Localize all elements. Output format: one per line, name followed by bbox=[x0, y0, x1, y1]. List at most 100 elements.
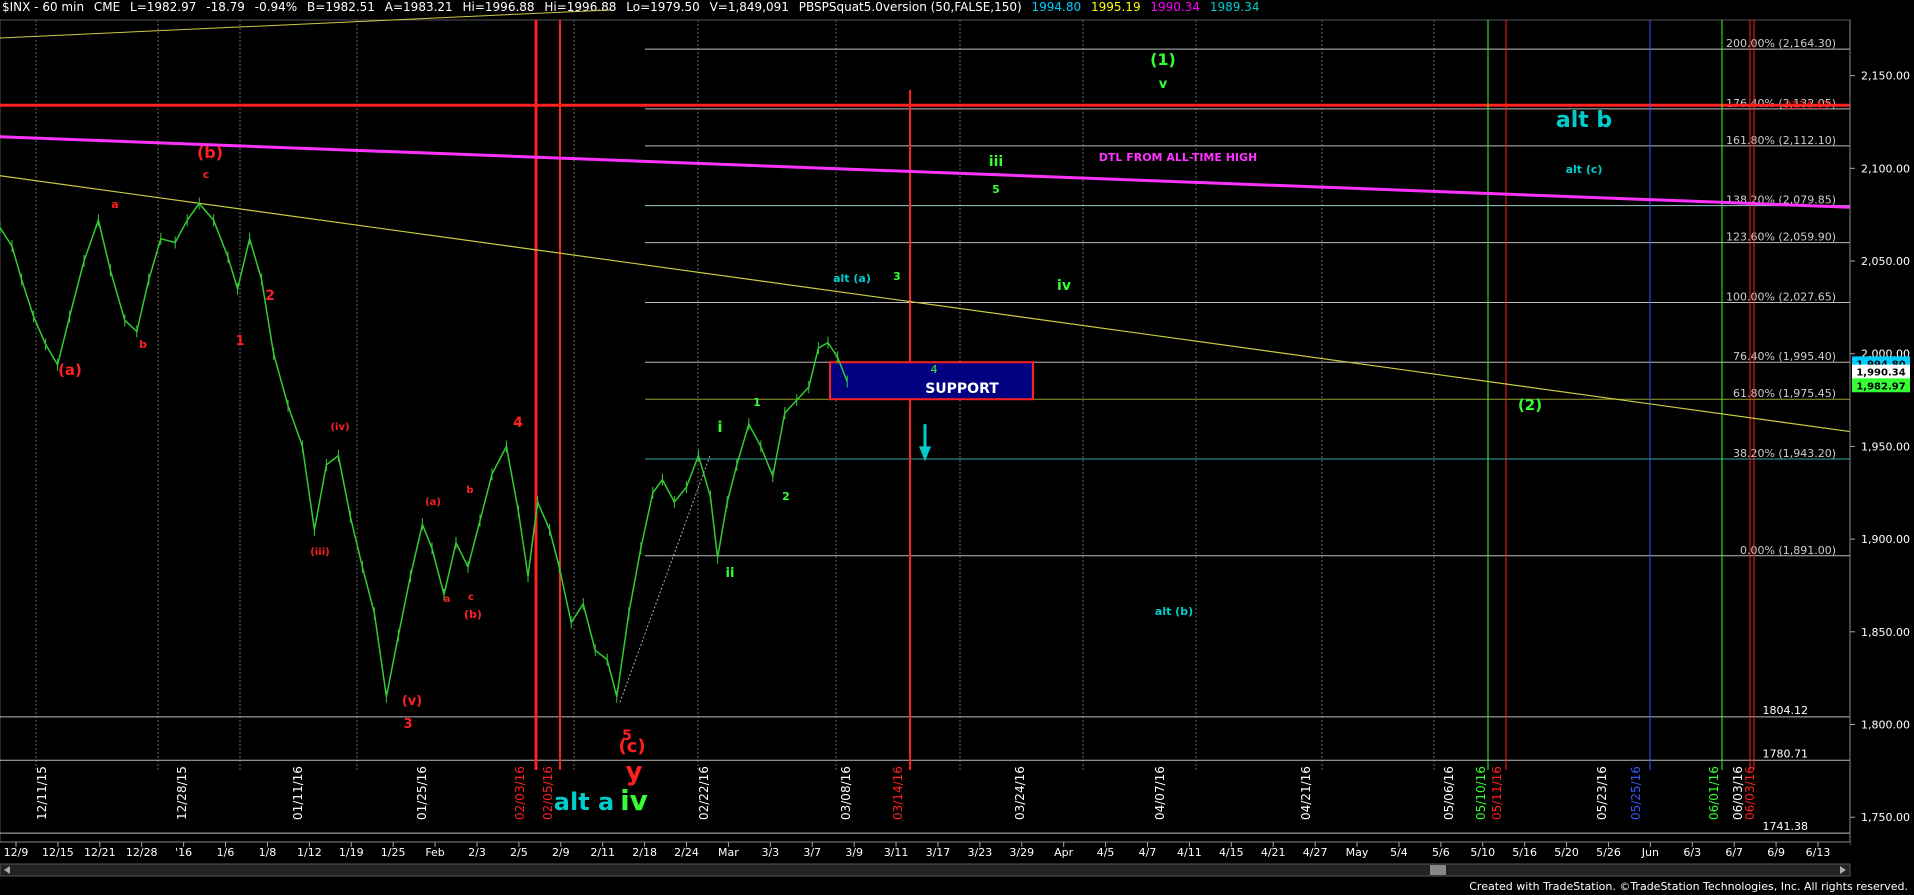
chart-window: $INX - 60 min CME L=1982.97 -18.79 -0.94… bbox=[0, 0, 1914, 895]
x-tick-label: 3/7 bbox=[803, 846, 821, 859]
y-tick-label: 1,850.00 bbox=[1861, 626, 1910, 639]
x-tick-label: 5/4 bbox=[1390, 846, 1408, 859]
price-level-label: 1804.12 bbox=[1763, 704, 1809, 717]
y-tick-label: 2,100.00 bbox=[1861, 162, 1910, 175]
x-tick-label: Apr bbox=[1054, 846, 1074, 859]
fib-label: 161.80% (2,112.10) bbox=[1726, 134, 1836, 147]
wave-label: 3 bbox=[403, 717, 412, 732]
x-tick-label: 5/6 bbox=[1432, 846, 1450, 859]
date-marker: 02/03/16 bbox=[513, 766, 527, 820]
wave-label: alt (b) bbox=[1155, 605, 1193, 618]
wave-label: ii bbox=[726, 566, 735, 581]
wave-label: 1 bbox=[235, 334, 244, 349]
date-marker: 12/11/15 bbox=[35, 766, 49, 820]
x-tick-label: 4/11 bbox=[1177, 846, 1202, 859]
x-tick-label: May bbox=[1346, 846, 1369, 859]
price-level-label: 1780.71 bbox=[1763, 747, 1809, 760]
x-tick-label: 12/28 bbox=[126, 846, 158, 859]
x-tick-label: 4/27 bbox=[1303, 846, 1328, 859]
date-marker: 03/14/16 bbox=[891, 766, 905, 820]
date-marker: 02/22/16 bbox=[697, 766, 711, 820]
x-tick-label: 4/5 bbox=[1097, 846, 1115, 859]
x-tick-label: 3/11 bbox=[884, 846, 909, 859]
wave-label: b bbox=[466, 485, 473, 496]
price-chart: 200.00% (2,164.30)176.40% (2,132.05)161.… bbox=[0, 9, 1914, 877]
wave-label: 5 bbox=[992, 183, 1000, 196]
fib-label: 61.80% (1,975.45) bbox=[1733, 387, 1836, 400]
x-tick-label: 2/5 bbox=[510, 846, 528, 859]
date-marker: 05/11/16 bbox=[1490, 766, 1504, 820]
x-tick-label: 3/9 bbox=[845, 846, 863, 859]
wave-label: (c) bbox=[618, 736, 645, 757]
x-tick-label: 6/9 bbox=[1767, 846, 1785, 859]
wave-label: v bbox=[1159, 77, 1168, 92]
x-tick-label: 5/26 bbox=[1596, 846, 1621, 859]
scrollbar-thumb[interactable] bbox=[1430, 865, 1446, 875]
wave-label: DTL FROM ALL-TIME HIGH bbox=[1099, 151, 1258, 164]
price-level-label: 1741.38 bbox=[1763, 820, 1809, 833]
wave-label: y bbox=[626, 757, 643, 787]
wave-label: a bbox=[111, 198, 118, 211]
wave-label: 4 bbox=[513, 415, 523, 431]
x-tick-label: '16 bbox=[175, 846, 192, 859]
date-marker: 06/01/16 bbox=[1707, 766, 1721, 820]
x-tick-label: 6/13 bbox=[1806, 846, 1831, 859]
date-marker: 04/07/16 bbox=[1153, 766, 1167, 820]
wave-label: alt (c) bbox=[1566, 163, 1603, 176]
x-tick-label: 12/21 bbox=[84, 846, 116, 859]
date-marker: 05/23/16 bbox=[1595, 766, 1609, 820]
x-tick-label: 1/8 bbox=[259, 846, 277, 859]
wave-label: iv bbox=[1057, 278, 1071, 294]
date-marker: 01/25/16 bbox=[415, 766, 429, 820]
wave-label: b bbox=[139, 338, 147, 351]
wave-label: (iii) bbox=[310, 547, 329, 558]
wave-label: (1) bbox=[1150, 50, 1176, 69]
x-tick-label: 1/25 bbox=[381, 846, 406, 859]
x-tick-label: 1/6 bbox=[217, 846, 235, 859]
y-tick-label: 1,800.00 bbox=[1861, 718, 1910, 731]
x-tick-label: 2/11 bbox=[590, 846, 615, 859]
x-tick-label: 5/20 bbox=[1554, 846, 1579, 859]
date-marker: 05/10/16 bbox=[1474, 766, 1488, 820]
date-marker: 05/06/16 bbox=[1442, 766, 1456, 820]
horizontal-scrollbar[interactable] bbox=[0, 863, 1851, 877]
x-tick-label: 3/17 bbox=[926, 846, 951, 859]
fib-label: 200.00% (2,164.30) bbox=[1726, 37, 1836, 50]
date-marker: 12/28/15 bbox=[175, 766, 189, 820]
x-tick-label: 2/3 bbox=[468, 846, 486, 859]
date-marker: 03/24/16 bbox=[1013, 766, 1027, 820]
wave-label: (a) bbox=[425, 497, 441, 508]
wave-label: (b) bbox=[197, 143, 223, 162]
fib-label: 76.40% (1,995.40) bbox=[1733, 350, 1836, 363]
x-tick-label: 1/12 bbox=[297, 846, 322, 859]
wave-label: i bbox=[717, 418, 722, 436]
x-tick-label: 5/10 bbox=[1470, 846, 1495, 859]
date-marker: 06/03/16 bbox=[1743, 766, 1757, 820]
y-tick-label: 1,900.00 bbox=[1861, 533, 1910, 546]
x-tick-label: 1/19 bbox=[339, 846, 364, 859]
date-marker: 04/21/16 bbox=[1299, 766, 1313, 820]
wave-label: (a) bbox=[58, 361, 82, 379]
wave-label: (2) bbox=[1518, 396, 1542, 414]
x-tick-label: 2/24 bbox=[674, 846, 699, 859]
x-tick-label: Mar bbox=[718, 846, 739, 859]
x-tick-label: 6/3 bbox=[1683, 846, 1701, 859]
x-tick-label: 5/16 bbox=[1512, 846, 1537, 859]
date-marker: 03/08/16 bbox=[839, 766, 853, 820]
fib-label: 38.20% (1,943.20) bbox=[1733, 447, 1836, 460]
x-tick-label: 3/3 bbox=[761, 846, 779, 859]
x-tick-label: 6/7 bbox=[1725, 846, 1743, 859]
wave-label: (iv) bbox=[330, 422, 349, 433]
footer-credit: Created with TradeStation. ©TradeStation… bbox=[1469, 880, 1908, 893]
wave-label: c bbox=[468, 592, 474, 603]
date-marker: 02/05/16 bbox=[541, 766, 555, 820]
wave-label: (b) bbox=[464, 608, 482, 621]
y-tick-label: 2,150.00 bbox=[1861, 70, 1910, 83]
y-tick-label: 1,950.00 bbox=[1861, 440, 1910, 453]
wave-label: (v) bbox=[402, 694, 422, 709]
x-tick-label: Jun bbox=[1641, 846, 1659, 859]
date-marker: 01/11/16 bbox=[291, 766, 305, 820]
wave-label: 1 bbox=[753, 396, 761, 409]
price-tag-label: 1,982.97 bbox=[1856, 381, 1905, 392]
date-marker: 05/25/16 bbox=[1629, 766, 1643, 820]
